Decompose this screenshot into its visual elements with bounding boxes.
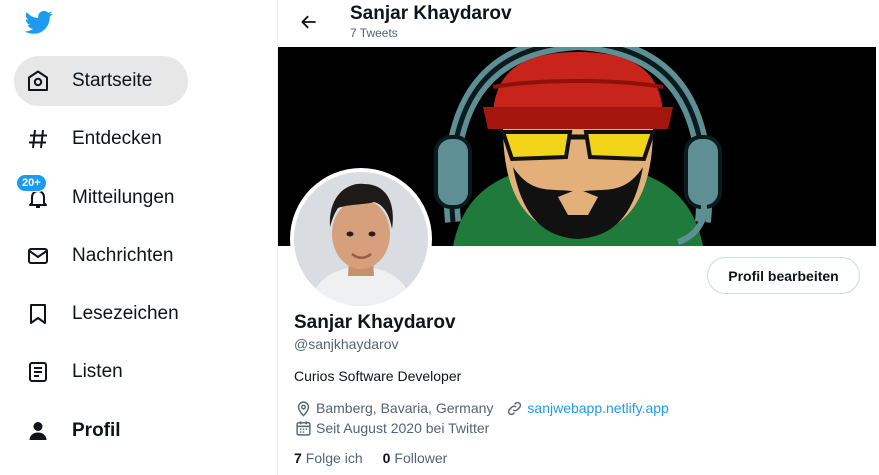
location-pin-icon: [294, 399, 312, 417]
sidebar: Startseite Entdecken 20+ Mitteilungen Na…: [0, 0, 277, 475]
back-arrow-icon[interactable]: [294, 8, 324, 36]
profile-photo: [294, 172, 428, 306]
profile-handle: @sanjkhaydarov: [294, 336, 399, 352]
avatar[interactable]: [290, 168, 432, 310]
sidebar-item-startseite[interactable]: Startseite: [14, 56, 188, 106]
person-icon: [24, 417, 52, 445]
following-link[interactable]: 7 Folge ich: [294, 450, 363, 466]
sidebar-item-label: Listen: [72, 361, 123, 382]
profile-location: Bamberg, Bavaria, Germany: [316, 400, 494, 416]
sidebar-item-label: Profil: [72, 420, 121, 441]
sidebar-item-label: Mitteilungen: [72, 187, 175, 208]
home-icon: [24, 67, 52, 95]
sidebar-item-listen[interactable]: Listen: [14, 347, 137, 397]
profile-header: Sanjar Khaydarov 7 Tweets: [278, 0, 879, 47]
sidebar-item-profil[interactable]: Profil: [14, 406, 135, 456]
followers-count: 0: [382, 450, 391, 466]
follow-stats: 7 Folge ich 0 Follower: [294, 450, 467, 466]
sidebar-item-nachrichten[interactable]: Nachrichten: [14, 231, 187, 281]
sidebar-item-label: Entdecken: [72, 128, 162, 149]
sidebar-item-lesezeichen[interactable]: Lesezeichen: [14, 289, 193, 339]
tweet-count: 7 Tweets: [350, 26, 398, 40]
list-icon: [24, 358, 52, 386]
followers-link[interactable]: 0 Follower: [383, 450, 448, 466]
sidebar-item-label: Lesezeichen: [72, 303, 179, 324]
following-count: 7: [294, 450, 302, 466]
profile-main: Sanjar Khaydarov 7 Tweets Profil bearbei…: [278, 0, 879, 475]
hashtag-icon: [24, 125, 52, 153]
calendar-icon: [294, 419, 312, 437]
profile-meta-row: Bamberg, Bavaria, Germany sanjwebapp.net…: [294, 399, 669, 417]
bell-icon: 20+: [16, 174, 52, 212]
page-title: Sanjar Khaydarov: [350, 3, 512, 24]
sidebar-item-mitteilungen[interactable]: 20+ Mitteilungen: [14, 173, 188, 223]
profile-joined-date: Seit August 2020 bei Twitter: [316, 420, 490, 436]
profile-website-link[interactable]: sanjwebapp.netlify.app: [527, 400, 668, 416]
twitter-bird-icon[interactable]: [24, 8, 56, 36]
profile-name: Sanjar Khaydarov: [294, 312, 456, 333]
sidebar-item-label: Startseite: [72, 70, 153, 91]
followers-label: Follower: [394, 450, 448, 466]
profile-joined-row: Seit August 2020 bei Twitter: [294, 419, 489, 437]
sidebar-item-entdecken[interactable]: Entdecken: [14, 114, 176, 164]
edit-profile-button[interactable]: Profil bearbeiten: [707, 257, 860, 294]
following-label: Folge ich: [305, 450, 363, 466]
profile-bio: Curios Software Developer: [294, 368, 462, 384]
sidebar-item-label: Nachrichten: [72, 245, 174, 266]
link-icon: [505, 399, 523, 417]
mail-icon: [24, 242, 52, 270]
notification-badge: 20+: [16, 174, 47, 192]
bookmark-icon: [24, 300, 52, 328]
